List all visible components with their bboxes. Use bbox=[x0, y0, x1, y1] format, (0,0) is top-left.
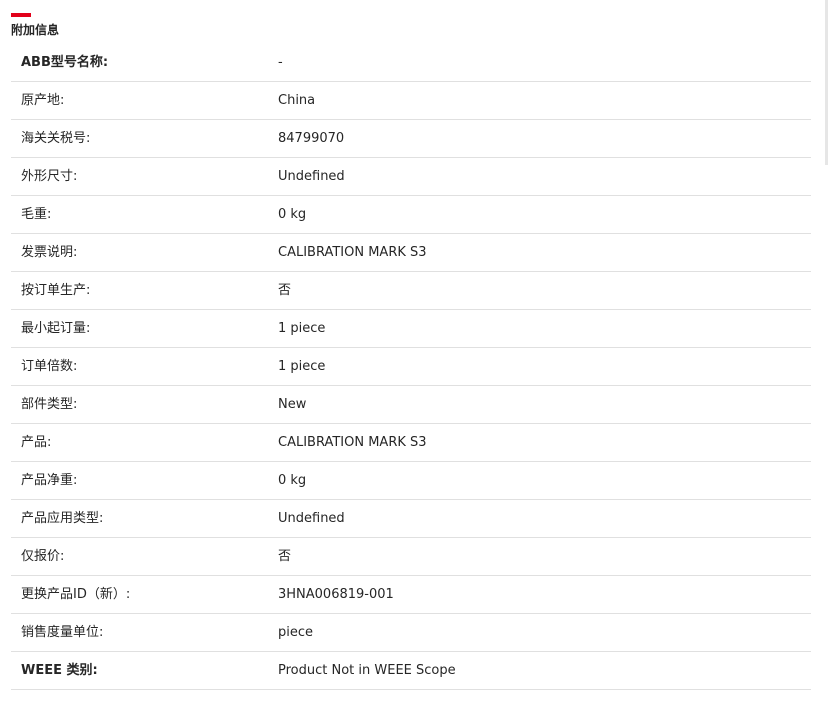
spec-label: 部件类型: bbox=[21, 397, 78, 412]
spec-label: 仅报价: bbox=[21, 549, 65, 564]
spec-value: CALIBRATION MARK S3 bbox=[278, 435, 427, 450]
spec-label: ABB型号名称: bbox=[21, 55, 109, 70]
spec-value: 1 piece bbox=[278, 321, 326, 336]
spec-label: 订单倍数: bbox=[21, 359, 78, 374]
spec-row-part-type: 部件类型: New bbox=[11, 386, 811, 424]
spec-value: China bbox=[278, 93, 316, 108]
spec-value: Undefined bbox=[278, 511, 345, 526]
spec-row-net-weight: 产品净重: 0 kg bbox=[11, 462, 811, 500]
spec-row-order-multiple: 订单倍数: 1 piece bbox=[11, 348, 811, 386]
spec-label: 更换产品ID（新）: bbox=[21, 587, 131, 602]
section-title: 附加信息 bbox=[11, 23, 60, 37]
spec-value: 否 bbox=[278, 549, 292, 564]
spec-row-weee-category: WEEE 类别: Product Not in WEEE Scope bbox=[11, 652, 811, 690]
spec-value: Product Not in WEEE Scope bbox=[278, 663, 456, 678]
spec-value: 1 piece bbox=[278, 359, 326, 374]
spec-row-origin: 原产地: China bbox=[11, 82, 811, 120]
product-details-page: 附加信息 ABB型号名称: - 原产地: China 海关关税号: 847990… bbox=[0, 0, 828, 707]
section-accent-bar bbox=[11, 13, 31, 17]
spec-value: 84799070 bbox=[278, 131, 345, 146]
spec-label: 海关关税号: bbox=[21, 131, 91, 146]
spec-label: 产品净重: bbox=[21, 473, 78, 488]
spec-label: 毛重: bbox=[21, 207, 52, 222]
spec-value: 0 kg bbox=[278, 473, 307, 488]
spec-row-quote-only: 仅报价: 否 bbox=[11, 538, 811, 576]
spec-value: 0 kg bbox=[278, 207, 307, 222]
spec-label: 销售度量单位: bbox=[21, 625, 104, 640]
spec-value: 否 bbox=[278, 283, 292, 298]
spec-label: 产品应用类型: bbox=[21, 511, 104, 526]
spec-row-model-name: ABB型号名称: - bbox=[11, 44, 811, 82]
spec-row-customs-tariff: 海关关税号: 84799070 bbox=[11, 120, 811, 158]
spec-row-application-type: 产品应用类型: Undefined bbox=[11, 500, 811, 538]
spec-row-gross-weight: 毛重: 0 kg bbox=[11, 196, 811, 234]
spec-row-invoice-description: 发票说明: CALIBRATION MARK S3 bbox=[11, 234, 811, 272]
spec-value: CALIBRATION MARK S3 bbox=[278, 245, 427, 260]
spec-row-made-to-order: 按订单生产: 否 bbox=[11, 272, 811, 310]
spec-label: 原产地: bbox=[21, 93, 65, 108]
spec-value: - bbox=[278, 55, 283, 70]
spec-row-replacement-id: 更换产品ID（新）: 3HNA006819-001 bbox=[11, 576, 811, 614]
spec-table: ABB型号名称: - 原产地: China 海关关税号: 84799070 外形… bbox=[11, 44, 811, 690]
spec-label: 最小起订量: bbox=[21, 321, 91, 336]
spec-row-dimensions: 外形尺寸: Undefined bbox=[11, 158, 811, 196]
spec-label: WEEE 类别: bbox=[21, 663, 98, 678]
spec-value: 3HNA006819-001 bbox=[278, 587, 394, 602]
spec-label: 产品: bbox=[21, 435, 52, 450]
spec-row-sales-unit: 销售度量单位: piece bbox=[11, 614, 811, 652]
spec-label: 发票说明: bbox=[21, 245, 78, 260]
spec-value: piece bbox=[278, 625, 314, 640]
spec-row-product: 产品: CALIBRATION MARK S3 bbox=[11, 424, 811, 462]
spec-label: 按订单生产: bbox=[21, 283, 91, 298]
spec-row-min-order-qty: 最小起订量: 1 piece bbox=[11, 310, 811, 348]
spec-value: Undefined bbox=[278, 169, 345, 184]
spec-label: 外形尺寸: bbox=[21, 169, 78, 184]
spec-value: New bbox=[278, 397, 307, 412]
